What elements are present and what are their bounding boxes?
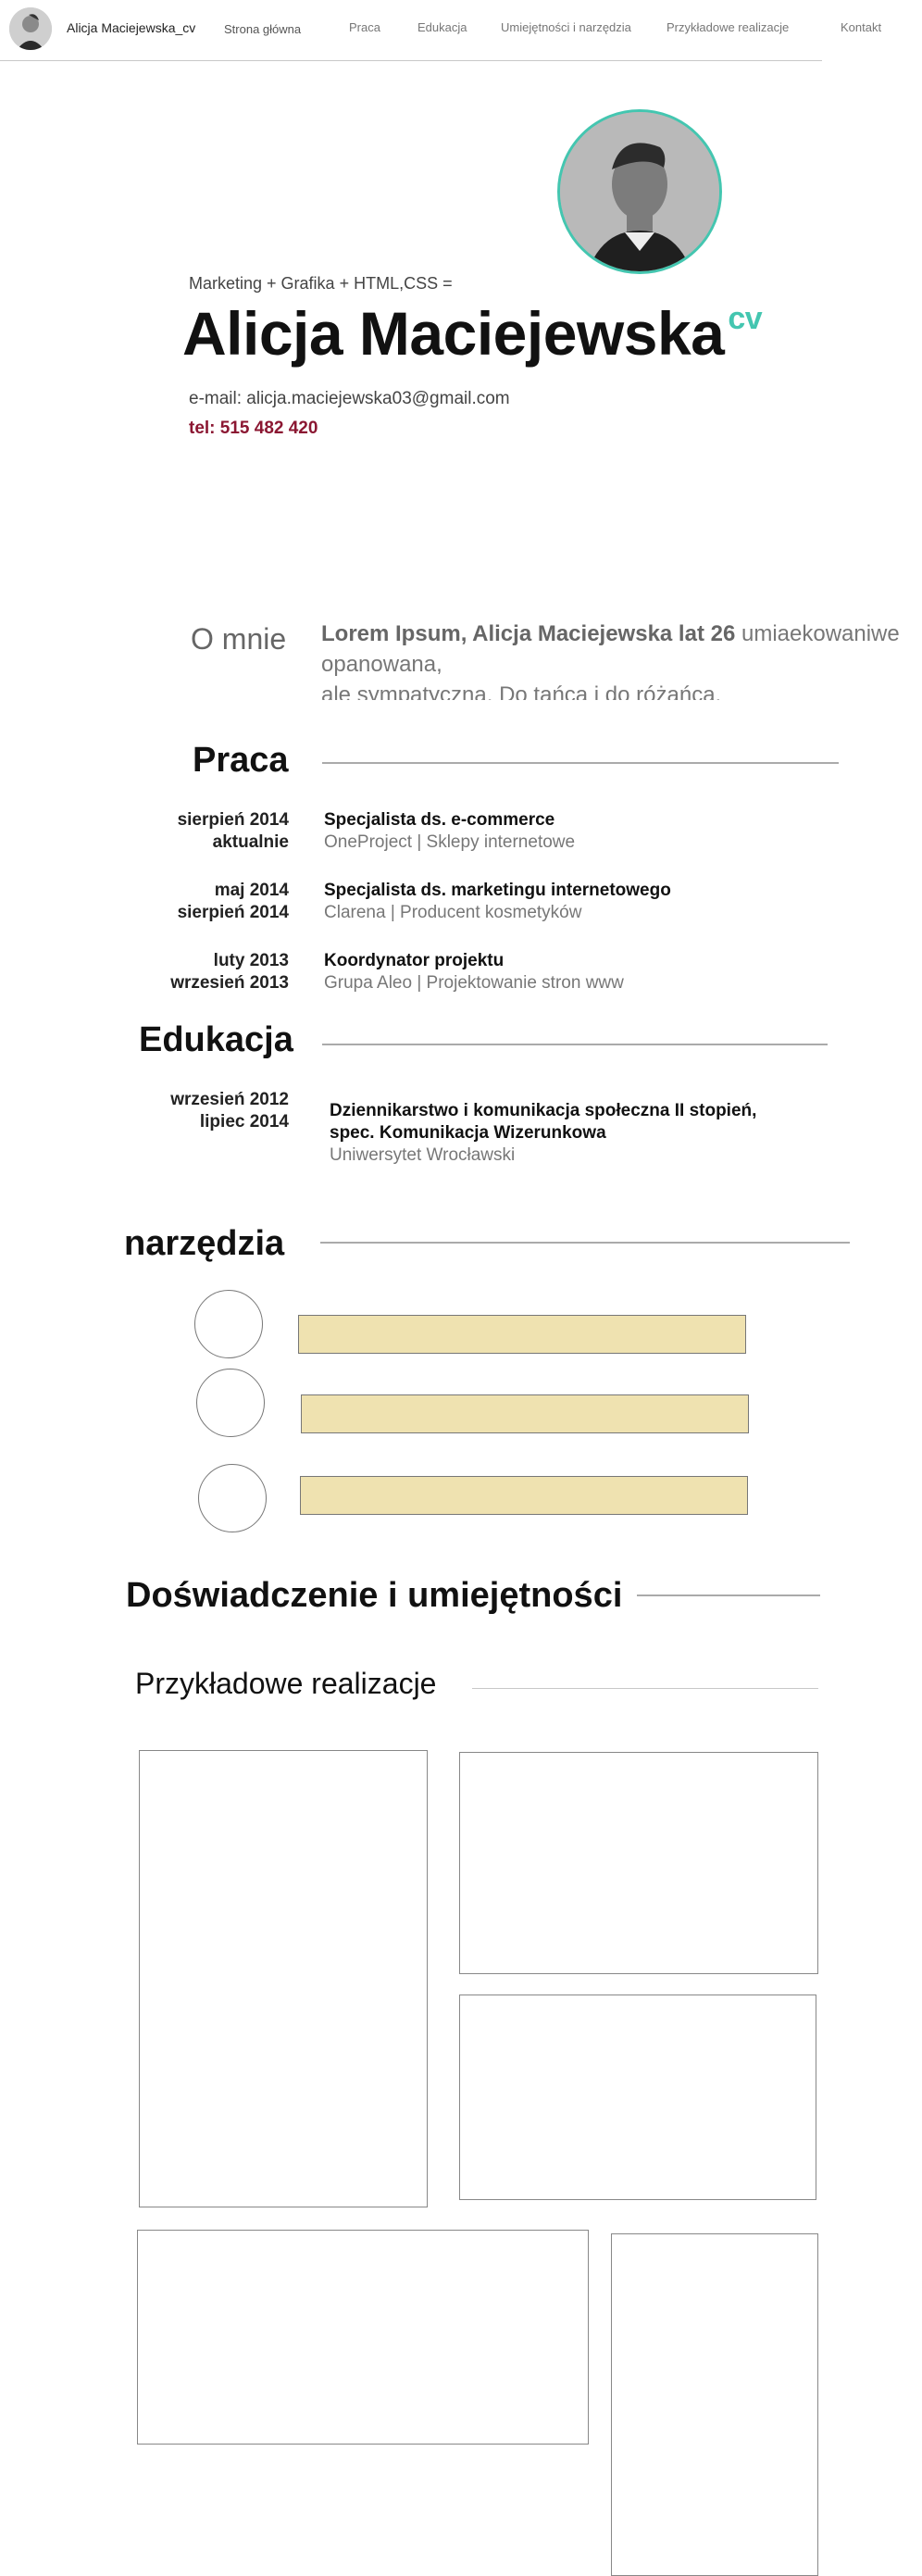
education-item-1-title2: spec. Komunikacja Wizerunkowa (330, 1123, 606, 1143)
portfolio-item-4[interactable] (137, 2230, 589, 2445)
work-item-1-sub: OneProject | Sklepy internetowe (324, 832, 576, 852)
education-title: Edukacja (139, 1020, 293, 1059)
experience-title: Doświadczenie i umiejętności (126, 1576, 623, 1615)
hero-email[interactable]: e-mail: alicja.maciejewska03@gmail.com (189, 389, 510, 409)
tool-icon-1 (194, 1290, 263, 1358)
work-item-2-title: Specjalista ds. marketingu internetowego (324, 881, 671, 900)
tool-icon-3 (198, 1464, 267, 1532)
about-text-bold: Lorem Ipsum, Alicja Maciejewska lat 26 (321, 621, 736, 646)
nav-link-home[interactable]: Strona główna (224, 22, 301, 36)
portfolio-item-2[interactable] (459, 1752, 818, 1974)
profile-photo (557, 109, 722, 274)
work-date-1-start: sierpień 2014 (177, 810, 289, 830)
avatar-portrait-icon (9, 7, 52, 50)
work-rule (322, 762, 839, 764)
work-date-1: sierpień 2014 aktualnie (104, 809, 289, 854)
work-date-2-end: sierpień 2014 (177, 903, 289, 922)
nav-link-skills[interactable]: Umiejętności i narzędzia (501, 20, 631, 34)
hero-name: Alicja Maciejewska cv (182, 298, 763, 369)
work-date-2: maj 2014 sierpień 2014 (104, 880, 289, 924)
hero-phone[interactable]: tel: 515 482 420 (189, 419, 318, 439)
education-item-1: Dziennikarstwo i komunikacja społeczna I… (330, 1100, 756, 1167)
work-item-2-sub: Clarena | Producent kosmetyków (324, 903, 582, 922)
work-item-1-title: Specjalista ds. e-commerce (324, 810, 555, 830)
education-date-1-end: lipiec 2014 (199, 1112, 289, 1132)
about-text: Lorem Ipsum, Alicja Maciejewska lat 26 u… (321, 619, 914, 700)
work-item-1: Specjalista ds. e-commerce OneProject | S… (324, 809, 575, 854)
tool-bar-1 (298, 1315, 746, 1354)
work-date-3: luty 2013 wrzesień 2013 (104, 950, 289, 994)
work-item-3-sub: Grupa Aleo | Projektowanie stron www (324, 973, 624, 993)
nav-avatar[interactable] (9, 7, 52, 50)
about-title: O mnie (191, 622, 287, 656)
work-date-3-end: wrzesień 2013 (170, 973, 289, 993)
education-item-1-sub: Uniwersytet Wrocławski (330, 1145, 516, 1165)
tool-icon-2 (196, 1369, 265, 1437)
tool-bar-2 (301, 1394, 749, 1433)
nav-link-portfolio[interactable]: Przykładowe realizacje (667, 20, 789, 34)
tools-rule (320, 1242, 850, 1244)
education-item-1-title1: Dziennikarstwo i komunikacja społeczna I… (330, 1101, 757, 1120)
work-date-1-end: aktualnie (212, 832, 289, 852)
nav-link-contact[interactable]: Kontakt (841, 20, 881, 34)
work-item-2: Specjalista ds. marketingu internetowego… (324, 880, 671, 924)
tools-title: narzędzia (124, 1224, 285, 1263)
portfolio-item-1[interactable] (139, 1750, 428, 2207)
nav-divider (0, 60, 822, 61)
work-item-3: Koordynator projektu Grupa Aleo | Projekt… (324, 950, 624, 994)
portfolio-item-3[interactable] (459, 1995, 816, 2200)
work-item-3-title: Koordynator projektu (324, 951, 505, 970)
hero-subtitle: Marketing + Grafika + HTML,CSS = (189, 274, 453, 293)
portfolio-rule (472, 1688, 818, 1689)
education-date-1: wrzesień 2012 lipiec 2014 (104, 1089, 289, 1133)
portfolio-title: Przykładowe realizacje (135, 1667, 437, 1700)
nav-link-education[interactable]: Edukacja (417, 20, 467, 34)
nav-link-work[interactable]: Praca (349, 20, 380, 34)
education-rule (322, 1044, 828, 1045)
work-date-2-start: maj 2014 (214, 881, 289, 900)
hero-name-suffix: cv (728, 301, 763, 336)
about-text-line2: ale sympatyczna. Do tańca i do różańca. (321, 682, 722, 700)
portrait-icon (560, 112, 719, 271)
education-date-1-start: wrzesień 2012 (170, 1090, 289, 1109)
experience-rule (637, 1594, 820, 1596)
hero-name-text: Alicja Maciejewska (182, 299, 725, 368)
tool-bar-3 (300, 1476, 748, 1515)
nav-brand[interactable]: Alicja Maciejewska_cv (67, 20, 195, 35)
work-title: Praca (193, 741, 289, 780)
work-date-3-start: luty 2013 (213, 951, 289, 970)
portfolio-item-5[interactable] (611, 2233, 818, 2576)
